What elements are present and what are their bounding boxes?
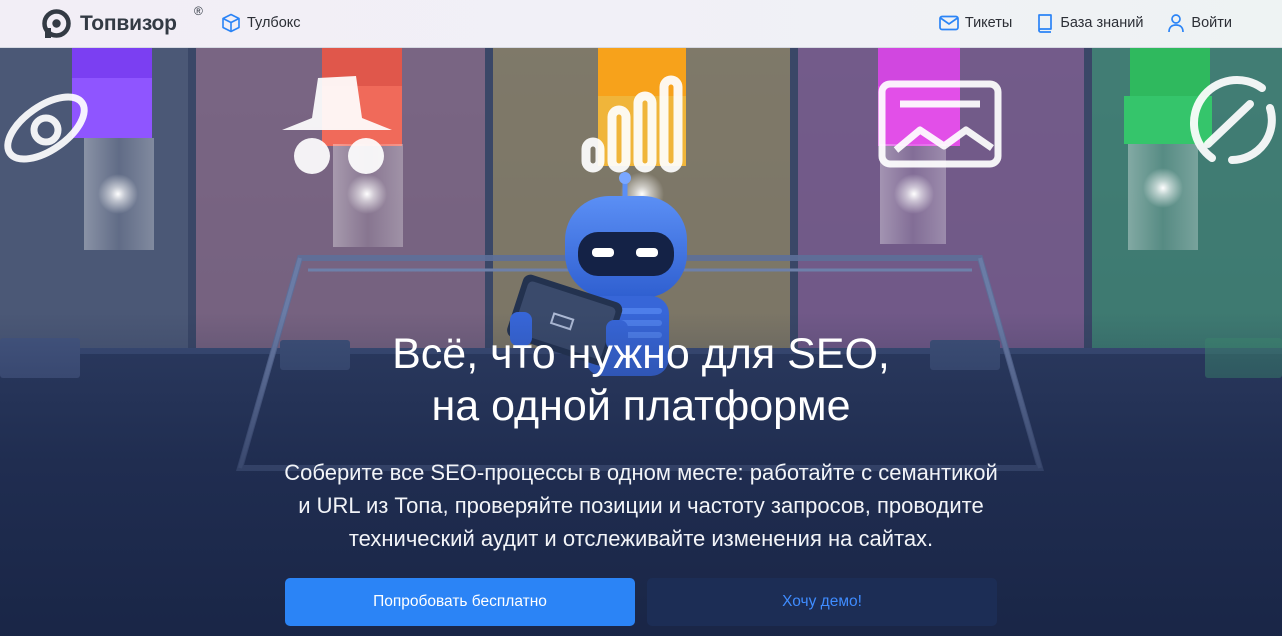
- tickets-link[interactable]: Тикеты: [938, 15, 1013, 31]
- user-icon: [1167, 13, 1185, 33]
- hero-title-line-2: на одной платформе: [431, 382, 851, 430]
- registered-mark: ®: [194, 4, 203, 18]
- knowledge-base-link[interactable]: База знаний: [1036, 13, 1143, 33]
- hero-title: Всё, что нужно для SEO, на одной платфор…: [0, 328, 1282, 432]
- book-icon: [1036, 13, 1054, 33]
- hero-section: Всё, что нужно для SEO, на одной платфор…: [0, 48, 1282, 636]
- hero-subtitle-line-2: и URL из Топа, проверяйте позиции и част…: [298, 493, 984, 518]
- tickets-label: Тикеты: [964, 15, 1013, 31]
- request-demo-button[interactable]: Хочу демо!: [647, 578, 997, 626]
- topvisor-logo-icon: [42, 9, 71, 38]
- top-navbar: Топвизор ® Тулбокс Тикеты База знаний Во…: [0, 0, 1282, 48]
- envelope-icon: [938, 15, 959, 31]
- brand-logo[interactable]: Топвизор ®: [41, 4, 203, 39]
- toolbox-label: Тулбокс: [247, 15, 301, 31]
- login-label: Войти: [1191, 15, 1232, 31]
- login-link[interactable]: Войти: [1167, 13, 1232, 33]
- try-free-button[interactable]: Попробовать бесплатно: [285, 578, 635, 626]
- knowledge-base-label: База знаний: [1060, 15, 1144, 31]
- toolbox-link[interactable]: Тулбокс: [221, 11, 301, 35]
- header-actions: Тикеты База знаний Войти: [915, 11, 1232, 35]
- hero-subtitle-line-1: Соберите все SEO-процессы в одном месте:…: [284, 460, 998, 485]
- hero-subtitle: Соберите все SEO-процессы в одном месте:…: [0, 456, 1282, 555]
- cube-icon: [221, 13, 241, 33]
- brand-name: Топвизор: [80, 11, 177, 35]
- hero-title-line-1: Всё, что нужно для SEO,: [392, 330, 890, 378]
- hero-subtitle-line-3: технический аудит и отслеживайте изменен…: [348, 526, 934, 551]
